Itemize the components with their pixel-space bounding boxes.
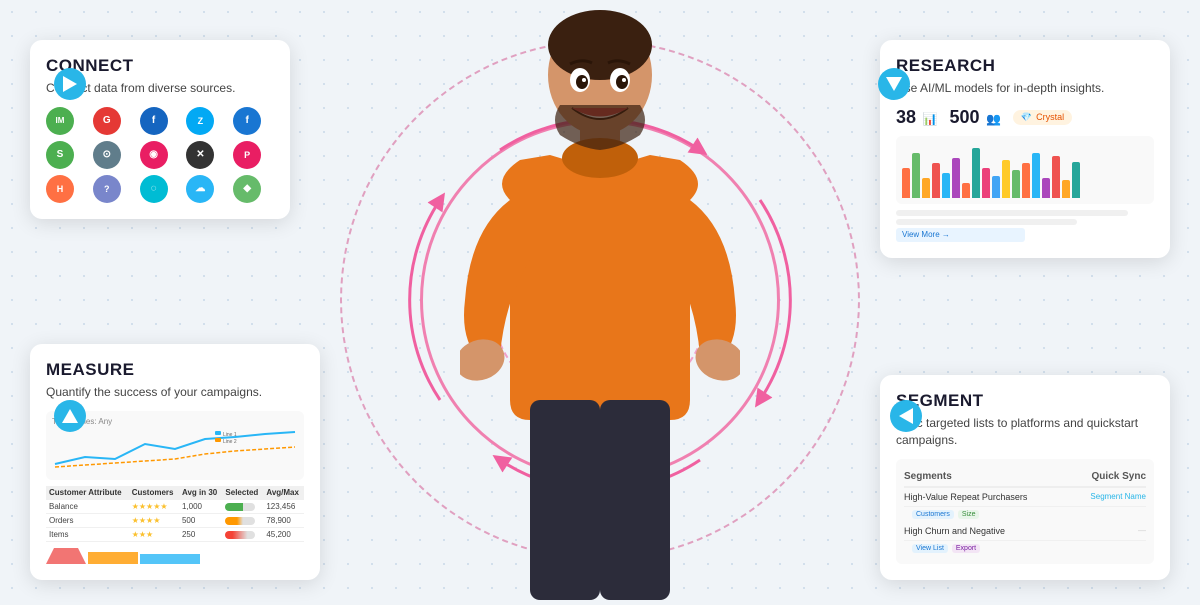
bar-18 — [1072, 162, 1080, 198]
bar-4 — [932, 163, 940, 198]
research-card: RESEARCH Use AI/ML models for in-depth i… — [880, 40, 1170, 258]
integration-facebook: f — [233, 107, 261, 135]
segment-options-1: Customers Size — [912, 507, 1146, 522]
segment-action-1: Segment Name — [1090, 492, 1146, 502]
integrations-grid: IM G f Z f S ⊙ ◉ ✕ P H ? ◌ ☁ ◆ — [46, 107, 274, 203]
view-more-link[interactable]: View More → — [902, 230, 950, 239]
bar-3 — [922, 178, 930, 198]
bar-7 — [962, 183, 970, 198]
segment-row-1: High-Value Repeat Purchasers Segment Nam… — [904, 488, 1146, 507]
connect-card: CONNECT Connect data from diverse source… — [30, 40, 290, 219]
people-icon: 👥 — [986, 112, 1001, 126]
bar-8 — [972, 148, 980, 198]
person-svg — [460, 0, 740, 600]
stat-500: 500 👥 — [949, 107, 1000, 128]
research-title: RESEARCH — [896, 56, 1154, 76]
integration-app: ◆ — [233, 175, 261, 203]
integration-google: G — [93, 107, 121, 135]
integration-more: ◌ — [140, 175, 168, 203]
bar-16 — [1052, 156, 1060, 198]
crystal-badge: 💎 Crystal — [1013, 110, 1072, 125]
research-stats: 38 📊 500 👥 💎 Crystal — [896, 107, 1154, 128]
research-chart-container — [896, 136, 1154, 204]
integration-zendesk: Z — [186, 107, 214, 135]
bar-chart-icon: 📊 — [922, 112, 937, 126]
chart-title: Time Series: Any — [52, 417, 298, 426]
measure-table: Customer Attribute Customers Avg in 30 S… — [46, 486, 304, 542]
integration-hubspot: H — [46, 175, 74, 203]
research-insights-text: View More → — [896, 210, 1154, 242]
bar-5 — [942, 173, 950, 198]
bar-1 — [902, 168, 910, 198]
stat-38: 38 📊 — [896, 107, 937, 128]
segment-name-1: High-Value Repeat Purchasers — [904, 492, 1027, 502]
segment-section-icon — [890, 400, 922, 432]
integration-unknown: ? — [93, 175, 121, 203]
table-row: Orders ★★★★ 500 78,900 — [46, 514, 304, 528]
integration-x: ✕ — [186, 141, 214, 169]
integration-slack: S — [46, 141, 74, 169]
research-mini-bars — [902, 148, 1148, 198]
table-row: Balance ★★★★★ 1,000 123,456 — [46, 500, 304, 514]
view-list-btn[interactable]: View List — [912, 544, 948, 553]
segment-table-container: Segments Quick Sync High-Value Repeat Pu… — [896, 459, 1154, 564]
table-row: Items ★★★ 250 45,200 — [46, 528, 304, 542]
segment-table-header: Segments Quick Sync — [904, 467, 1146, 488]
integration-hub: ◉ — [140, 141, 168, 169]
integration-camera: ⊙ — [93, 141, 121, 169]
segment-options-2: View List Export — [912, 541, 1146, 556]
bar-9 — [982, 168, 990, 198]
segment-action-2: — — [1138, 526, 1146, 536]
segment-name-2: High Churn and Negative — [904, 526, 1005, 536]
segment-title: SEGMENT — [896, 391, 1154, 411]
research-description: Use AI/ML models for in-depth insights. — [896, 80, 1154, 97]
arrow-up-icon — [62, 409, 78, 423]
segment-col-label: Segments — [904, 471, 952, 482]
integration-cloud: ☁ — [186, 175, 214, 203]
research-section-icon — [878, 68, 910, 100]
table-header-customers: Customers — [129, 486, 179, 500]
measure-title: MEASURE — [46, 360, 304, 380]
arrow-down-icon — [886, 77, 902, 91]
segment-description: Sync targeted lists to platforms and qui… — [896, 415, 1154, 449]
bar-2 — [912, 153, 920, 198]
person-figure — [460, 0, 740, 600]
svg-text:Line 2: Line 2 — [223, 439, 237, 445]
bar-17 — [1062, 180, 1070, 198]
export-btn[interactable]: Export — [952, 544, 980, 553]
svg-text:Line 1: Line 1 — [223, 432, 237, 438]
segment-row-2: High Churn and Negative — — [904, 522, 1146, 541]
pyramid-chart — [46, 548, 304, 564]
bar-11 — [1002, 160, 1010, 198]
integration-pinterest: P — [233, 141, 261, 169]
segment-col-action: Quick Sync — [1092, 471, 1146, 482]
arrow-left-icon — [899, 408, 913, 424]
table-header-metric: Avg/Max — [263, 486, 304, 500]
bar-12 — [1012, 170, 1020, 198]
bar-14 — [1032, 153, 1040, 198]
table-header-avg: Avg in 30 — [179, 486, 222, 500]
bar-13 — [1022, 163, 1030, 198]
option-badge[interactable]: Size — [958, 510, 980, 519]
segment-card: SEGMENT Sync targeted lists to platforms… — [880, 375, 1170, 580]
bar-10 — [992, 176, 1000, 198]
bar-6 — [952, 158, 960, 198]
option-badge[interactable]: Customers — [912, 510, 954, 519]
measure-card: MEASURE Quantify the success of your cam… — [30, 344, 320, 580]
main-scene: 🖐 CONNECT Connect data from diverse sour… — [0, 0, 1200, 600]
play-icon — [63, 76, 77, 92]
line-chart: Line 1 Line 2 — [52, 429, 298, 469]
measure-description: Quantify the success of your campaigns. — [46, 384, 304, 401]
integration-im: IM — [46, 107, 74, 135]
measure-section-icon — [54, 400, 86, 432]
table-header-attribute: Customer Attribute — [46, 486, 129, 500]
bar-15 — [1042, 178, 1050, 198]
connect-section-icon — [54, 68, 86, 100]
crystal-icon: 💎 — [1021, 112, 1032, 123]
table-header-selected: Selected — [222, 486, 263, 500]
integration-meta: f — [140, 107, 168, 135]
